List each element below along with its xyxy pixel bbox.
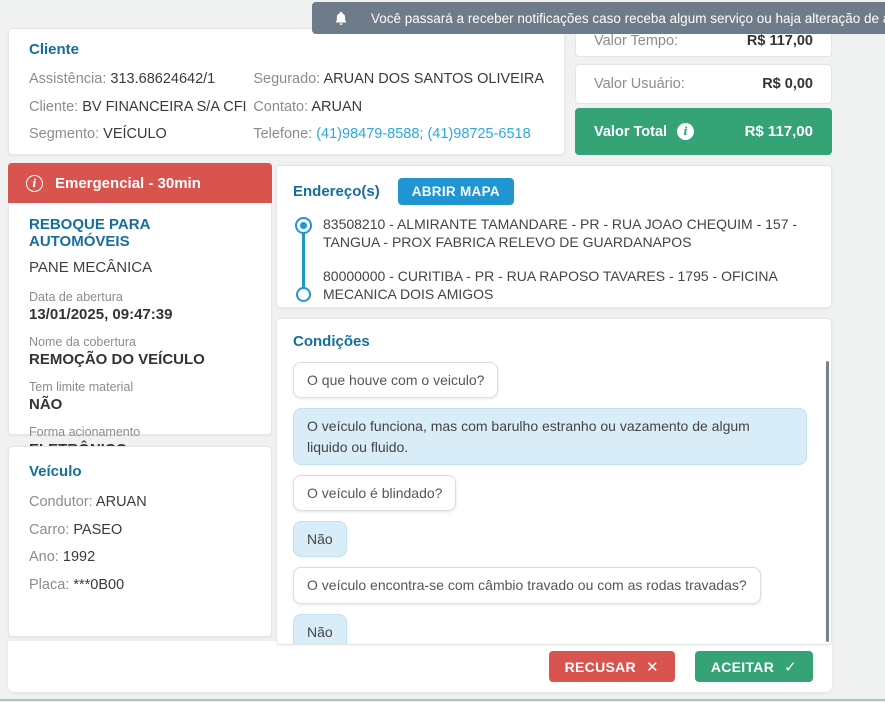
- recusar-button[interactable]: RECUSAR ✕: [549, 651, 675, 682]
- segmento-value: VEÍCULO: [103, 126, 167, 142]
- cliente-card-title: Cliente: [29, 41, 544, 58]
- segurado-label: Segurado:: [253, 71, 320, 87]
- service-problem: PANE MECÂNICA: [29, 259, 251, 276]
- cobertura-value: REMOÇÃO DO VEÍCULO: [29, 350, 251, 369]
- telefone-label: Telefone:: [253, 126, 312, 142]
- data-abertura-value: 13/01/2025, 09:47:39: [29, 305, 251, 324]
- valor-usuario-row: Valor Usuário: R$ 0,00: [575, 64, 832, 104]
- info-icon[interactable]: i: [677, 123, 694, 140]
- close-icon: ✕: [646, 658, 659, 676]
- limite-material-value: NÃO: [29, 395, 251, 414]
- cliente-label: Cliente:: [29, 99, 78, 115]
- bell-icon: [333, 10, 349, 27]
- valor-tempo-label: Valor Tempo:: [594, 33, 678, 49]
- notification-toast[interactable]: Você passará a receber notificações caso…: [312, 2, 885, 34]
- address-timeline: 83508210 - ALMIRANTE TAMANDARE - PR - RU…: [293, 215, 815, 303]
- telefone-field: Telefone: (41)98479-8588; (41)98725-6518: [253, 121, 544, 149]
- valor-total-value: R$ 117,00: [745, 123, 813, 140]
- question-bubble: O veículo encontra-se com câmbio travado…: [293, 567, 761, 603]
- aceitar-label: ACEITAR: [711, 659, 774, 675]
- answer-bubble: Não: [293, 521, 347, 557]
- ano-field: Ano: 1992: [29, 544, 251, 572]
- ano-value: 1992: [63, 549, 95, 565]
- valor-usuario-value: R$ 0,00: [762, 76, 813, 92]
- conditions-scrollbar[interactable]: [826, 361, 829, 642]
- placa-value: ***0B00: [73, 577, 124, 593]
- emergencial-banner-label: Emergencial - 30min: [55, 175, 201, 192]
- assistencia-field: Assistência: 313.68624642/1: [29, 66, 253, 94]
- timeline-connector: [302, 229, 305, 291]
- carro-value: PASEO: [73, 522, 122, 538]
- carro-field: Carro: PASEO: [29, 517, 251, 545]
- aceitar-button[interactable]: ACEITAR ✓: [695, 651, 813, 682]
- placa-label: Placa:: [29, 577, 69, 593]
- assistencia-value: 313.68624642/1: [110, 71, 215, 87]
- answer-bubble: Não: [293, 614, 347, 645]
- segurado-field: Segurado: ARUAN DOS SANTOS OLIVEIRA: [253, 66, 544, 94]
- valor-tempo-value: R$ 117,00: [747, 33, 813, 49]
- carro-label: Carro:: [29, 522, 69, 538]
- question-bubble: O que houve com o veiculo?: [293, 362, 498, 398]
- forma-acionamento-label: Forma acionamento: [29, 424, 251, 440]
- veiculo-card: Veículo Condutor: ARUAN Carro: PASEO Ano…: [8, 446, 272, 637]
- limite-material-pair: Tem limite material NÃO: [29, 379, 251, 414]
- contato-value: ARUAN: [311, 99, 362, 115]
- data-abertura-pair: Data de abertura 13/01/2025, 09:47:39: [29, 289, 251, 324]
- cliente-value: BV FINANCEIRA S/A CFI: [82, 99, 246, 115]
- destination-address: 80000000 - CURITIBA - PR - RUA RAPOSO TA…: [323, 267, 815, 303]
- cliente-field: Cliente: BV FINANCEIRA S/A CFI: [29, 94, 253, 122]
- cobertura-pair: Nome da cobertura REMOÇÃO DO VEÍCULO: [29, 334, 251, 369]
- placa-field: Placa: ***0B00: [29, 572, 251, 600]
- check-icon: ✓: [784, 658, 797, 676]
- limite-material-label: Tem limite material: [29, 379, 251, 395]
- answer-bubble: O veículo funciona, mas com barulho estr…: [293, 408, 807, 465]
- condutor-field: Condutor: ARUAN: [29, 489, 251, 517]
- origin-stop-icon: [295, 217, 312, 234]
- contato-field: Contato: ARUAN: [253, 94, 544, 122]
- segmento-label: Segmento:: [29, 126, 99, 142]
- assistencia-label: Assistência:: [29, 71, 106, 87]
- emergencial-banner: i Emergencial - 30min: [8, 163, 272, 203]
- valor-total-label: Valor Total: [594, 124, 667, 140]
- abrir-mapa-button[interactable]: ABRIR MAPA: [398, 178, 514, 205]
- condutor-label: Condutor:: [29, 494, 93, 510]
- valor-usuario-label: Valor Usuário:: [594, 76, 685, 92]
- question-bubble: O veículo é blindado?: [293, 475, 456, 511]
- service-name: REBOQUE PARA AUTOMÓVEIS: [29, 216, 251, 250]
- data-abertura-label: Data de abertura: [29, 289, 251, 305]
- notification-text: Você passará a receber notificações caso…: [371, 11, 885, 26]
- segurado-value: ARUAN DOS SANTOS OLIVEIRA: [323, 71, 544, 87]
- segmento-field: Segmento: VEÍCULO: [29, 121, 253, 149]
- condicoes-card-title: Condições: [293, 333, 807, 350]
- enderecos-card: Endereço(s) ABRIR MAPA 83508210 - ALMIRA…: [276, 165, 832, 308]
- bottom-divider: [0, 699, 885, 701]
- recusar-label: RECUSAR: [565, 659, 636, 675]
- veiculo-card-title: Veículo: [29, 463, 251, 480]
- condicoes-card: Condições O que houve com o veiculo? O v…: [276, 318, 832, 645]
- servico-card: REBOQUE PARA AUTOMÓVEIS PANE MECÂNICA Da…: [8, 203, 272, 435]
- footer-action-bar: RECUSAR ✕ ACEITAR ✓: [8, 641, 832, 692]
- cobertura-label: Nome da cobertura: [29, 334, 251, 350]
- info-icon: i: [26, 175, 43, 192]
- origin-address: 83508210 - ALMIRANTE TAMANDARE - PR - RU…: [323, 215, 815, 251]
- cliente-card: Cliente Assistência: 313.68624642/1 Clie…: [8, 28, 565, 155]
- condutor-value: ARUAN: [96, 494, 147, 510]
- ano-label: Ano:: [29, 549, 59, 565]
- valor-total-row: Valor Total i R$ 117,00: [575, 108, 832, 155]
- telefone-value-link[interactable]: (41)98479-8588; (41)98725-6518: [316, 126, 530, 142]
- destination-stop-icon: [296, 287, 311, 302]
- enderecos-card-title: Endereço(s): [293, 183, 380, 200]
- contato-label: Contato:: [253, 99, 308, 115]
